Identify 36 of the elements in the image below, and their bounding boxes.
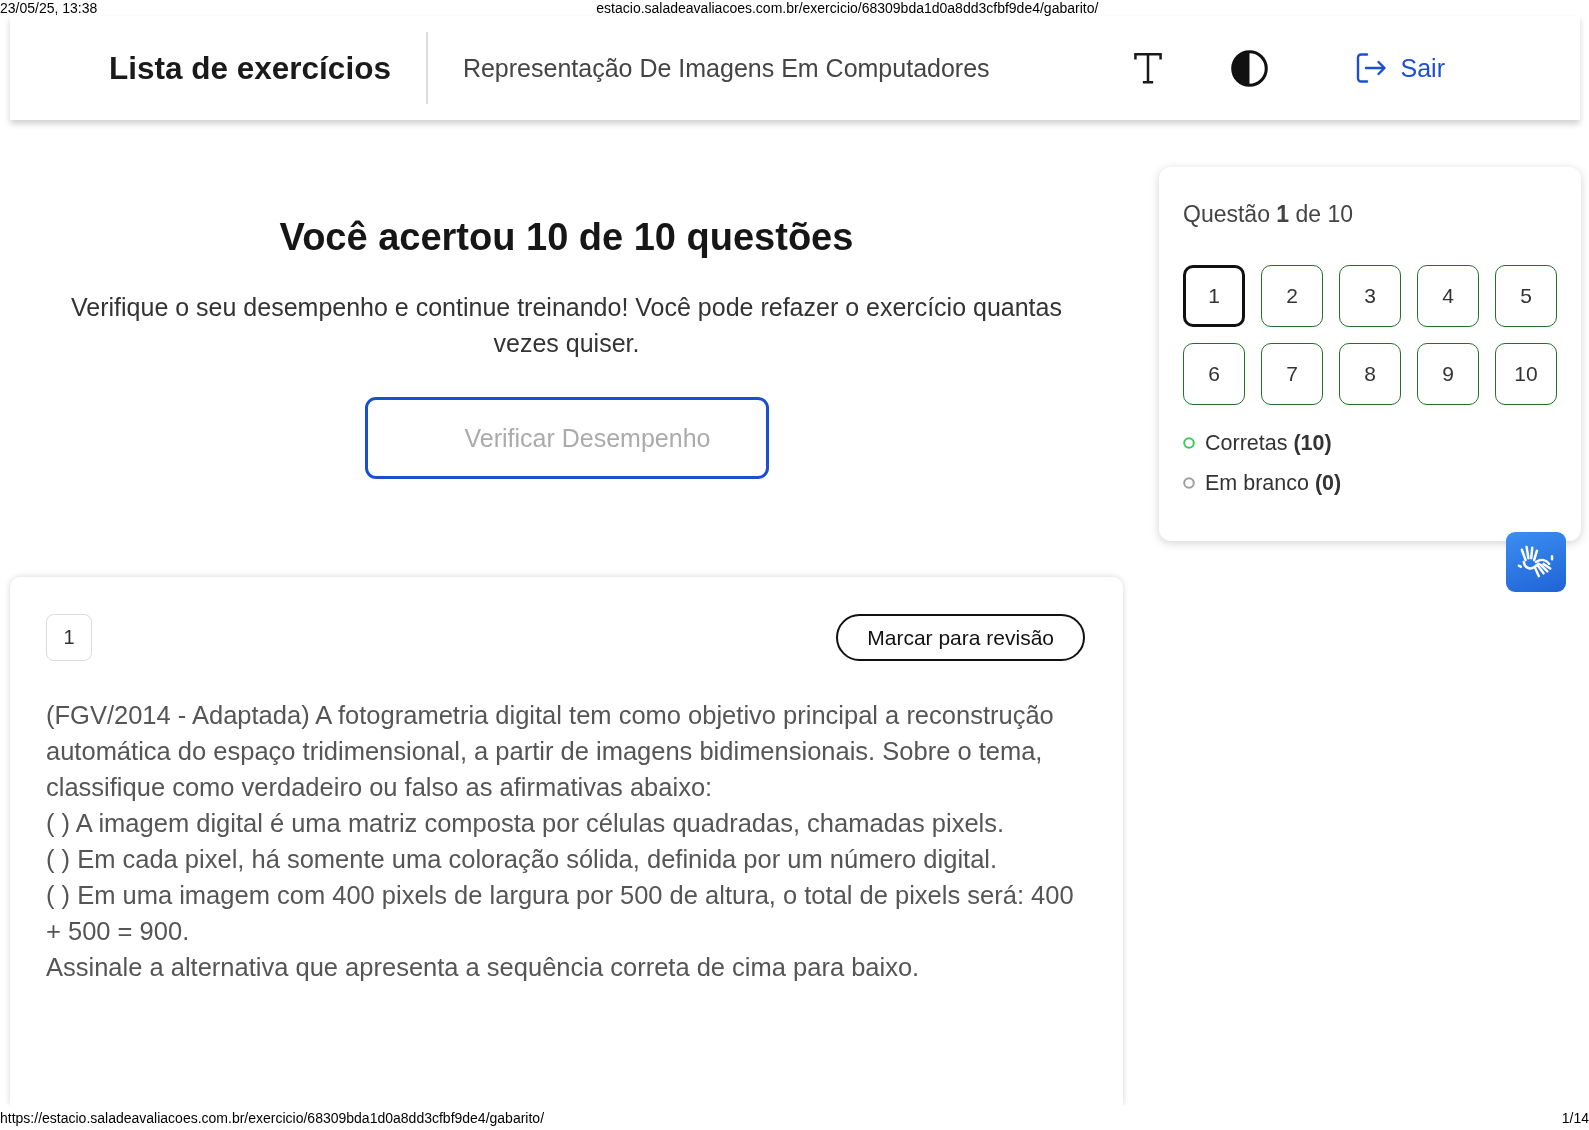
sign-language-button[interactable]	[1506, 532, 1566, 592]
statement-item: ( ) A imagem digital é uma matriz composta por células quadradas, chamadas pixels.	[46, 808, 1006, 839]
logout-button[interactable]: Sair	[1354, 52, 1445, 84]
question-instruction: Assinale a alternativa que apresenta a sequência correta de cima para baixo.	[46, 952, 921, 983]
question-number: 1	[46, 614, 92, 661]
print-date: 23/05/25, 13:38	[0, 0, 98, 16]
question-link-button[interactable]: 4	[1417, 265, 1479, 327]
question-link-button[interactable]: 1	[1183, 265, 1245, 327]
question-link-button[interactable]: 5	[1495, 265, 1557, 327]
question-link-button[interactable]: 10	[1495, 343, 1557, 405]
question-link-button[interactable]: 6	[1183, 343, 1245, 405]
font-size-button[interactable]	[1132, 52, 1163, 84]
question-link-button[interactable]: 7	[1261, 343, 1323, 405]
print-page-title: estacio.saladeavaliacoes.com.br/exercicio/68309bda1d0a8dd3cfbf9de4/gabarito/	[596, 0, 1099, 16]
statement-item: ( ) Em cada pixel, há somente uma coloração sólida, definida por um número digital.	[46, 844, 999, 875]
print-page-number: 1/14	[1561, 1109, 1589, 1126]
subject-title: Representação De Imagens Em Computadores	[462, 53, 990, 83]
navigator-title: Questão 1 de 10	[1183, 200, 1355, 229]
legend-label: Em branco (0)	[1205, 470, 1342, 496]
print-url: https://estacio.saladeavaliacoes.com.br/exercicio/68309bda1d0a8dd3cfbf9de4/gabarito/	[0, 1109, 545, 1126]
legend-label: Corretas (10)	[1205, 430, 1332, 456]
contrast-icon	[1230, 49, 1268, 87]
mark-for-review-button[interactable]: Marcar para revisão	[836, 614, 1085, 661]
result-heading: Você acertou 10 de 10 questões	[279, 216, 854, 258]
logout-icon	[1354, 52, 1387, 84]
statement-item: ( ) Em uma imagem com 400 pixels de largura por 500 de altura, o total de pixels será: 400 + 500 = 900.	[46, 880, 1075, 947]
question-link-button[interactable]: 2	[1261, 265, 1323, 327]
contrast-button[interactable]	[1230, 49, 1268, 87]
question-link-button[interactable]: 9	[1417, 343, 1479, 405]
question-link-button[interactable]: 3	[1339, 265, 1401, 327]
page-title: Lista de exercícios	[109, 49, 391, 87]
text-size-icon	[1132, 52, 1163, 84]
question-statement: (FGV/2014 - Adaptada) A fotogrametria digital tem como objetivo principal a reconstrução automática do espaço tridimensional, a partir de imagens bidimensionais. Sobre o tema, classifique como verdadeiro ou falso as afirmativas abaixo:	[46, 700, 1055, 803]
signing-hands-icon	[1517, 545, 1555, 579]
question-link-button[interactable]: 8	[1339, 343, 1401, 405]
result-message: Verifique o seu desempenho e continue treinando! Você pode refazer o exercício quantas vezes quiser.	[70, 292, 1063, 359]
